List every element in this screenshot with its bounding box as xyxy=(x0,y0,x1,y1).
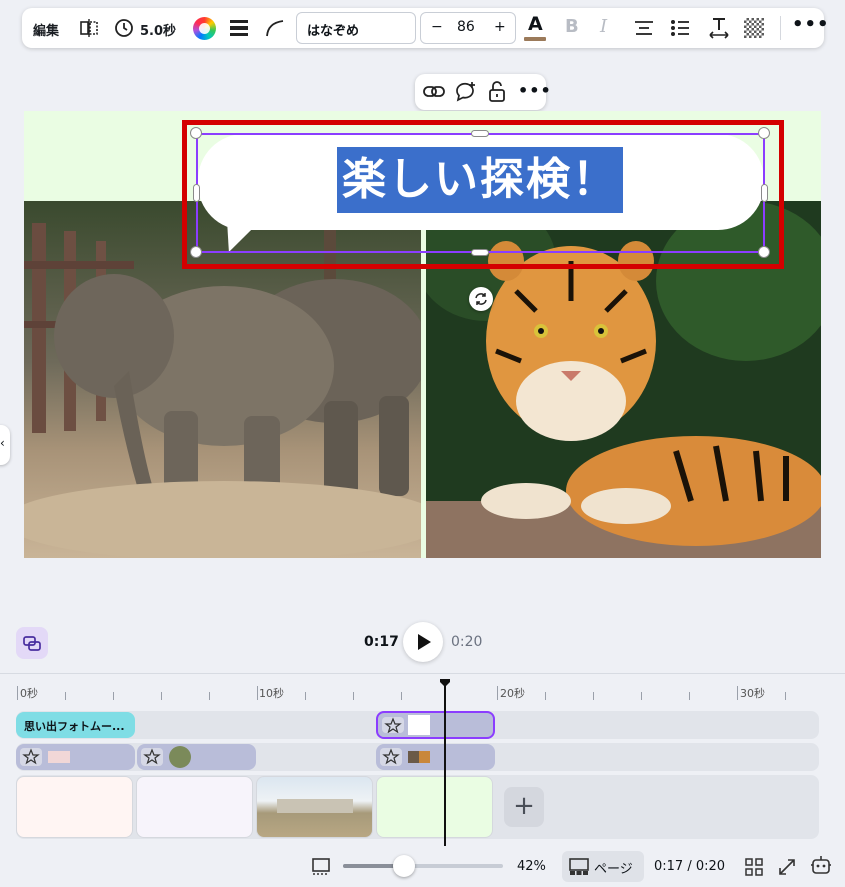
ruler-tick xyxy=(785,692,786,700)
page-clip-4[interactable] xyxy=(376,776,493,838)
list-icon[interactable] xyxy=(670,19,690,37)
align-center-icon[interactable] xyxy=(634,20,654,36)
animation-icon xyxy=(382,748,400,765)
ruler-label-0: 0秒 xyxy=(20,687,38,700)
play-icon xyxy=(418,634,431,650)
play-button[interactable] xyxy=(403,622,443,662)
font-size-value[interactable]: 86 xyxy=(457,19,475,35)
rotate-icon xyxy=(475,293,487,305)
link-icon[interactable] xyxy=(423,82,445,102)
toolbar-divider xyxy=(780,16,781,40)
more-options-icon[interactable]: ••• xyxy=(792,14,830,35)
ruler-tick xyxy=(305,692,306,700)
ruler-tick xyxy=(17,686,18,700)
notes-icon[interactable] xyxy=(311,857,331,877)
ruler-tick xyxy=(401,692,402,700)
text-color-icon: A xyxy=(528,13,543,35)
font-family-select[interactable]: はなぞめ xyxy=(296,12,416,44)
clock-icon[interactable] xyxy=(114,18,134,38)
transparency-icon[interactable] xyxy=(744,18,764,38)
animation-icon xyxy=(384,717,402,734)
text-color-button[interactable]: A xyxy=(524,13,546,43)
page-clip-2[interactable] xyxy=(136,776,253,838)
ruler-label-30: 30秒 xyxy=(740,687,765,700)
ruler-tick xyxy=(641,692,642,700)
edit-button[interactable]: 編集 xyxy=(33,20,59,39)
timeline-top-border xyxy=(0,673,845,674)
image-clip-1[interactable] xyxy=(16,744,135,770)
image-clip-3[interactable] xyxy=(376,744,495,770)
page-clip-1[interactable] xyxy=(16,776,133,838)
text-clip[interactable]: 思い出フォトムー... xyxy=(16,712,135,738)
school-building-thumbnail xyxy=(277,799,353,813)
zoom-slider-knob[interactable] xyxy=(393,855,415,877)
duration-button[interactable]: 5.0秒 xyxy=(140,20,176,39)
ruler-tick xyxy=(353,692,354,700)
animation-badge xyxy=(141,748,163,766)
more-actions-icon[interactable]: ••• xyxy=(518,81,552,100)
animation-badge xyxy=(380,748,402,766)
color-picker-icon[interactable] xyxy=(193,17,216,40)
grid-view-icon[interactable] xyxy=(744,857,764,877)
add-comment-icon[interactable] xyxy=(454,81,478,103)
playhead[interactable] xyxy=(444,684,446,846)
font-size-increase-button[interactable]: + xyxy=(494,19,506,35)
image-clip-2[interactable] xyxy=(137,744,256,770)
flip-icon[interactable] xyxy=(79,19,99,37)
font-size-stepper: − 86 + xyxy=(420,12,516,44)
time-display: 0:17 / 0:20 xyxy=(654,859,726,874)
page-clip-3[interactable] xyxy=(256,776,373,838)
fullscreen-icon[interactable] xyxy=(777,857,797,877)
bold-icon[interactable]: B xyxy=(565,16,579,37)
italic-icon[interactable]: I xyxy=(600,16,607,37)
ruler-tick xyxy=(737,686,738,700)
animation-icon xyxy=(143,748,161,765)
clip-thumbnail xyxy=(408,751,430,763)
transition-button[interactable] xyxy=(16,627,48,659)
ruler-tick xyxy=(545,692,546,700)
animation-icon xyxy=(22,748,40,765)
add-page-button[interactable]: + xyxy=(504,787,544,827)
font-size-decrease-button[interactable]: − xyxy=(431,19,443,35)
editor-toolbar: 編集 5.0秒 はなぞめ − 86 + A B I ••• xyxy=(22,8,829,48)
selected-text-clip[interactable] xyxy=(376,711,495,739)
page-view-label: ページ xyxy=(594,862,633,877)
page-view-button[interactable]: ページ xyxy=(562,851,644,882)
zoom-level[interactable]: 42% xyxy=(517,859,546,874)
assistant-icon[interactable] xyxy=(810,854,832,878)
unlock-icon[interactable] xyxy=(487,80,507,104)
chevron-left-icon: ‹ xyxy=(0,436,5,450)
page-view-icon xyxy=(569,858,589,875)
ruler-tick xyxy=(113,692,114,700)
ruler-label-20: 20秒 xyxy=(500,687,525,700)
ruler-label-10: 10秒 xyxy=(259,687,284,700)
clip-thumbnail xyxy=(48,751,70,763)
clip-thumbnail xyxy=(408,715,430,735)
ruler-tick xyxy=(497,686,498,700)
transition-icon xyxy=(23,636,41,651)
highlight-annotation-box xyxy=(182,120,784,269)
current-time: 0:17 xyxy=(364,634,399,650)
ruler-tick xyxy=(65,692,66,700)
rotate-handle[interactable] xyxy=(469,287,493,311)
total-time: 0:20 xyxy=(451,634,483,650)
element-quick-actions: ••• xyxy=(415,74,551,110)
animation-badge xyxy=(20,748,42,766)
clip-thumbnail xyxy=(169,746,191,768)
playhead-marker-icon[interactable] xyxy=(439,678,451,688)
ruler-tick xyxy=(161,692,162,700)
corner-rounding-icon[interactable] xyxy=(265,19,285,37)
side-panel-toggle[interactable]: ‹ xyxy=(0,425,10,465)
ruler-tick xyxy=(593,692,594,700)
text-spacing-icon[interactable] xyxy=(708,16,730,40)
animation-badge xyxy=(382,717,404,734)
ruler-tick xyxy=(257,686,258,700)
ruler-tick xyxy=(689,692,690,700)
border-style-icon[interactable] xyxy=(229,19,249,37)
ruler-tick xyxy=(209,692,210,700)
